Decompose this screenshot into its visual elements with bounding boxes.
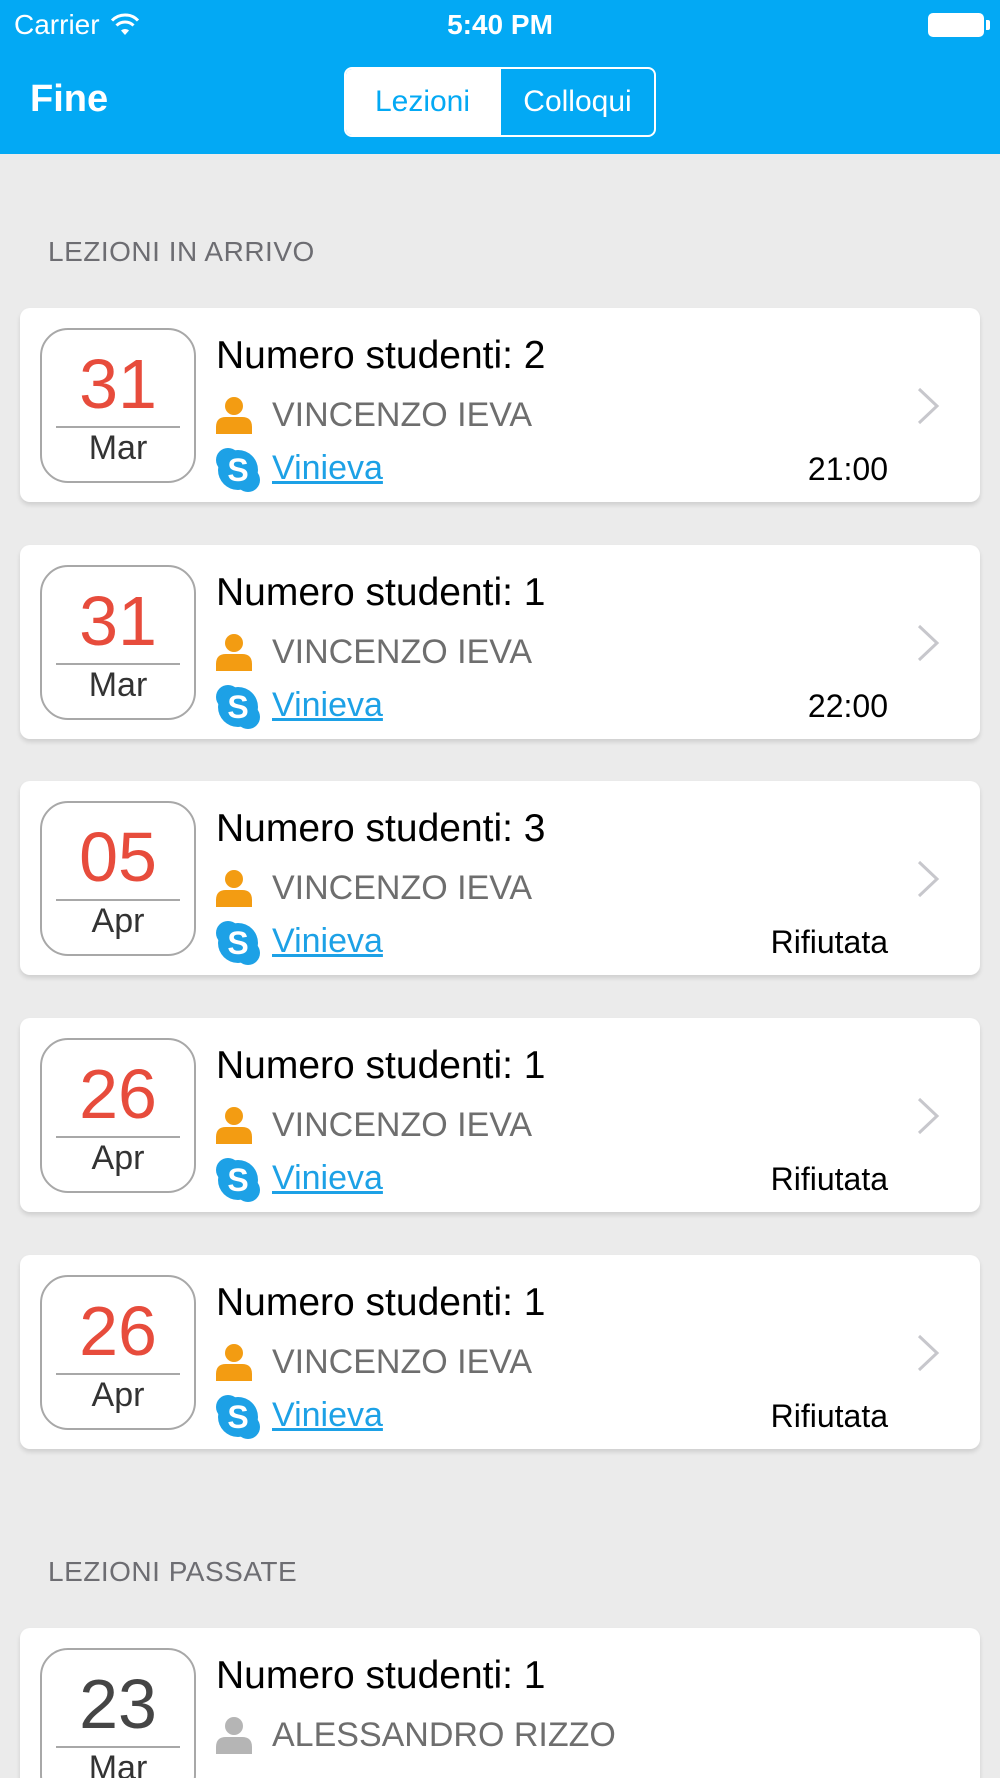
- date-day: 31: [79, 582, 157, 660]
- person-icon: [216, 1717, 252, 1754]
- skype-icon: S: [216, 685, 260, 729]
- skype-icon: S: [216, 1158, 260, 1202]
- chevron-right-icon: [917, 387, 940, 425]
- tab-colloqui[interactable]: Colloqui: [499, 69, 654, 135]
- card-title: Numero studenti: 1: [216, 571, 546, 614]
- date-month: Apr: [91, 1139, 145, 1177]
- tab-lezioni[interactable]: Lezioni: [346, 69, 499, 135]
- skype-link[interactable]: Vinieva: [272, 1396, 383, 1435]
- teacher-name: VINCENZO IEVA: [272, 1106, 533, 1144]
- lesson-card[interactable]: 31 Mar Numero studenti: 1 VINCENZO IEVA …: [20, 545, 980, 739]
- lesson-time: 22:00: [807, 688, 888, 724]
- skype-icon: S: [216, 921, 260, 965]
- done-button[interactable]: Fine: [30, 78, 108, 121]
- lesson-time: 21:00: [807, 451, 888, 487]
- date-month: Mar: [88, 666, 148, 704]
- card-title: Numero studenti: 2: [216, 334, 546, 377]
- person-icon: [216, 397, 252, 434]
- svg-text:S: S: [227, 1399, 248, 1435]
- date-badge: 31 Mar: [40, 565, 196, 720]
- skype-icon: S: [216, 1395, 260, 1439]
- date-badge: 31 Mar: [40, 328, 196, 483]
- person-icon: [216, 1107, 252, 1144]
- svg-text:S: S: [227, 452, 248, 488]
- skype-link[interactable]: Vinieva: [272, 686, 383, 725]
- date-badge: 23 Mar: [40, 1648, 196, 1778]
- skype-icon: S: [216, 448, 260, 492]
- date-badge: 26 Apr: [40, 1038, 196, 1193]
- teacher-name: VINCENZO IEVA: [272, 1343, 533, 1381]
- teacher-name: VINCENZO IEVA: [272, 396, 533, 434]
- chevron-right-icon: [917, 624, 940, 662]
- date-day: 05: [79, 818, 157, 896]
- svg-text:S: S: [227, 689, 248, 725]
- date-month: Mar: [88, 429, 148, 467]
- lesson-status: Rifiutata: [770, 1161, 888, 1197]
- date-day: 26: [79, 1055, 157, 1133]
- skype-link[interactable]: Vinieva: [272, 449, 383, 488]
- skype-link[interactable]: Vinieva: [272, 1159, 383, 1198]
- card-title: Numero studenti: 1: [216, 1654, 546, 1697]
- date-day: 26: [79, 1292, 157, 1370]
- date-month: Apr: [91, 902, 145, 940]
- date-month: Mar: [88, 1749, 148, 1778]
- status-time: 5:40 PM: [447, 9, 553, 40]
- chevron-right-icon: [917, 860, 940, 898]
- battery-icon: [928, 13, 990, 37]
- card-title: Numero studenti: 1: [216, 1044, 546, 1087]
- teacher-name: VINCENZO IEVA: [272, 633, 533, 671]
- segmented-control: Lezioni Colloqui: [344, 67, 656, 137]
- section-header-upcoming: LEZIONI IN ARRIVO: [48, 236, 315, 267]
- date-month: Apr: [91, 1376, 145, 1414]
- chevron-right-icon: [917, 1334, 940, 1372]
- svg-text:S: S: [227, 1162, 248, 1198]
- person-icon: [216, 1344, 252, 1381]
- lesson-status: Rifiutata: [770, 924, 888, 960]
- date-day: 23: [79, 1665, 157, 1743]
- date-badge: 05 Apr: [40, 801, 196, 956]
- lesson-card[interactable]: 05 Apr Numero studenti: 3 VINCENZO IEVA …: [20, 781, 980, 975]
- card-title: Numero studenti: 1: [216, 1281, 546, 1324]
- date-badge: 26 Apr: [40, 1275, 196, 1430]
- person-icon: [216, 870, 252, 907]
- chevron-right-icon: [917, 1097, 940, 1135]
- card-title: Numero studenti: 3: [216, 807, 546, 850]
- teacher-name: ALESSANDRO RIZZO: [272, 1716, 616, 1754]
- person-icon: [216, 634, 252, 671]
- teacher-name: VINCENZO IEVA: [272, 869, 533, 907]
- skype-link[interactable]: Vinieva: [272, 922, 383, 961]
- svg-text:S: S: [227, 925, 248, 961]
- section-header-past: LEZIONI PASSATE: [48, 1556, 298, 1587]
- date-day: 31: [79, 345, 157, 423]
- lesson-card[interactable]: 23 Mar Numero studenti: 1 ALESSANDRO RIZ…: [20, 1628, 980, 1778]
- lesson-card[interactable]: 26 Apr Numero studenti: 1 VINCENZO IEVA …: [20, 1018, 980, 1212]
- lesson-status: Rifiutata: [770, 1398, 888, 1434]
- lesson-card[interactable]: 31 Mar Numero studenti: 2 VINCENZO IEVA …: [20, 308, 980, 502]
- navigation-bar: Carrier 5:40 PM Fine Lezioni Colloqui: [0, 0, 1000, 154]
- lesson-card[interactable]: 26 Apr Numero studenti: 1 VINCENZO IEVA …: [20, 1255, 980, 1449]
